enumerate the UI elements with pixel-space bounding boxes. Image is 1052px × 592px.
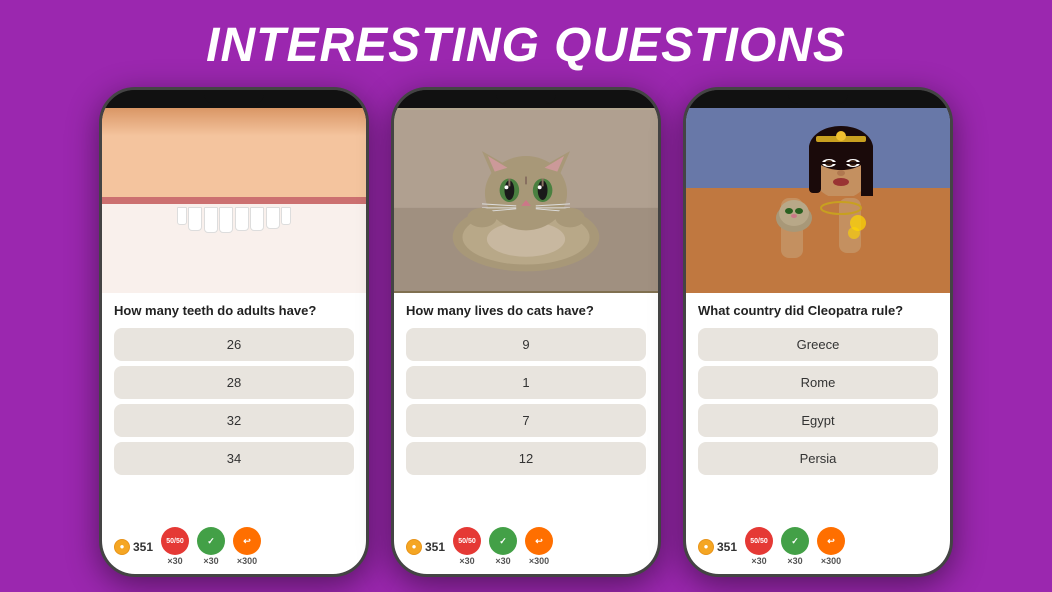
- phone-top-bar-1: [102, 90, 366, 108]
- coins-3: ● 351: [698, 539, 737, 555]
- phone-notch-2: [496, 94, 556, 104]
- phone-1: How many teeth do adults have? 26 28 32 …: [99, 87, 369, 577]
- badge-count-skip-2: ×300: [529, 556, 549, 566]
- badge-check-2[interactable]: ✓ ×30: [489, 527, 517, 566]
- answer-2-4[interactable]: 12: [406, 442, 646, 475]
- badge-check-3[interactable]: ✓ ×30: [781, 527, 809, 566]
- phones-container: How many teeth do adults have? 26 28 32 …: [99, 87, 953, 577]
- check-badge-2[interactable]: ✓: [489, 527, 517, 555]
- badge-fifty-2[interactable]: 50/50 ×30: [453, 527, 481, 566]
- phone-image-2: [394, 108, 658, 293]
- answer-2-1[interactable]: 9: [406, 328, 646, 361]
- fifty-badge-3[interactable]: 50/50: [745, 527, 773, 555]
- woman-image: [686, 108, 950, 293]
- phone-content-1: How many teeth do adults have? 26 28 32 …: [102, 293, 366, 523]
- answer-1-2[interactable]: 28: [114, 366, 354, 399]
- phone-footer-1: ● 351 50/50 ×30 ✓ ×30 ↩ ×300: [102, 523, 366, 574]
- woman-svg: [686, 108, 950, 293]
- phone-content-3: What country did Cleopatra rule? Greece …: [686, 293, 950, 523]
- coins-1: ● 351: [114, 539, 153, 555]
- badge-count-fifty-1: ×30: [167, 556, 182, 566]
- skip-badge-1[interactable]: ↩: [233, 527, 261, 555]
- cat-image: [394, 108, 658, 293]
- badge-check-1[interactable]: ✓ ×30: [197, 527, 225, 566]
- phone-top-bar-3: [686, 90, 950, 108]
- question-1: How many teeth do adults have?: [114, 303, 354, 320]
- badge-count-check-2: ×30: [495, 556, 510, 566]
- badge-count-fifty-3: ×30: [751, 556, 766, 566]
- phone-image-1: [102, 108, 366, 293]
- question-2: How many lives do cats have?: [406, 303, 646, 320]
- check-badge-1[interactable]: ✓: [197, 527, 225, 555]
- teeth-image: [102, 108, 366, 293]
- question-3: What country did Cleopatra rule?: [698, 303, 938, 320]
- badge-skip-2[interactable]: ↩ ×300: [525, 527, 553, 566]
- phone-top-bar-2: [394, 90, 658, 108]
- answer-1-4[interactable]: 34: [114, 442, 354, 475]
- coin-icon-1: ●: [114, 539, 130, 555]
- answer-1-3[interactable]: 32: [114, 404, 354, 437]
- phone-image-3: [686, 108, 950, 293]
- coin-icon-3: ●: [698, 539, 714, 555]
- coin-icon-2: ●: [406, 539, 422, 555]
- badge-count-skip-3: ×300: [821, 556, 841, 566]
- answer-3-1[interactable]: Greece: [698, 328, 938, 361]
- fifty-badge-1[interactable]: 50/50: [161, 527, 189, 555]
- skip-badge-2[interactable]: ↩: [525, 527, 553, 555]
- badge-skip-3[interactable]: ↩ ×300: [817, 527, 845, 566]
- coins-2: ● 351: [406, 539, 445, 555]
- page-title: INTERESTING QUESTIONS: [206, 18, 846, 73]
- check-badge-3[interactable]: ✓: [781, 527, 809, 555]
- badge-count-check-1: ×30: [203, 556, 218, 566]
- answer-2-2[interactable]: 1: [406, 366, 646, 399]
- badge-fifty-3[interactable]: 50/50 ×30: [745, 527, 773, 566]
- phone-footer-3: ● 351 50/50 ×30 ✓ ×30 ↩ ×300: [686, 523, 950, 574]
- badge-count-fifty-2: ×30: [459, 556, 474, 566]
- answer-3-3[interactable]: Egypt: [698, 404, 938, 437]
- phone-footer-2: ● 351 50/50 ×30 ✓ ×30 ↩ ×300: [394, 523, 658, 574]
- badge-skip-1[interactable]: ↩ ×300: [233, 527, 261, 566]
- badge-count-check-3: ×30: [787, 556, 802, 566]
- phone-content-2: How many lives do cats have? 9 1 7 12: [394, 293, 658, 523]
- badge-fifty-1[interactable]: 50/50 ×30: [161, 527, 189, 566]
- cat-svg: [394, 108, 658, 293]
- answer-3-2[interactable]: Rome: [698, 366, 938, 399]
- phone-notch-3: [788, 94, 848, 104]
- badge-count-skip-1: ×300: [237, 556, 257, 566]
- answer-2-3[interactable]: 7: [406, 404, 646, 437]
- phone-notch-1: [204, 94, 264, 104]
- fifty-badge-2[interactable]: 50/50: [453, 527, 481, 555]
- answer-3-4[interactable]: Persia: [698, 442, 938, 475]
- phone-2: How many lives do cats have? 9 1 7 12 ● …: [391, 87, 661, 577]
- answer-1-1[interactable]: 26: [114, 328, 354, 361]
- skip-badge-3[interactable]: ↩: [817, 527, 845, 555]
- phone-3: What country did Cleopatra rule? Greece …: [683, 87, 953, 577]
